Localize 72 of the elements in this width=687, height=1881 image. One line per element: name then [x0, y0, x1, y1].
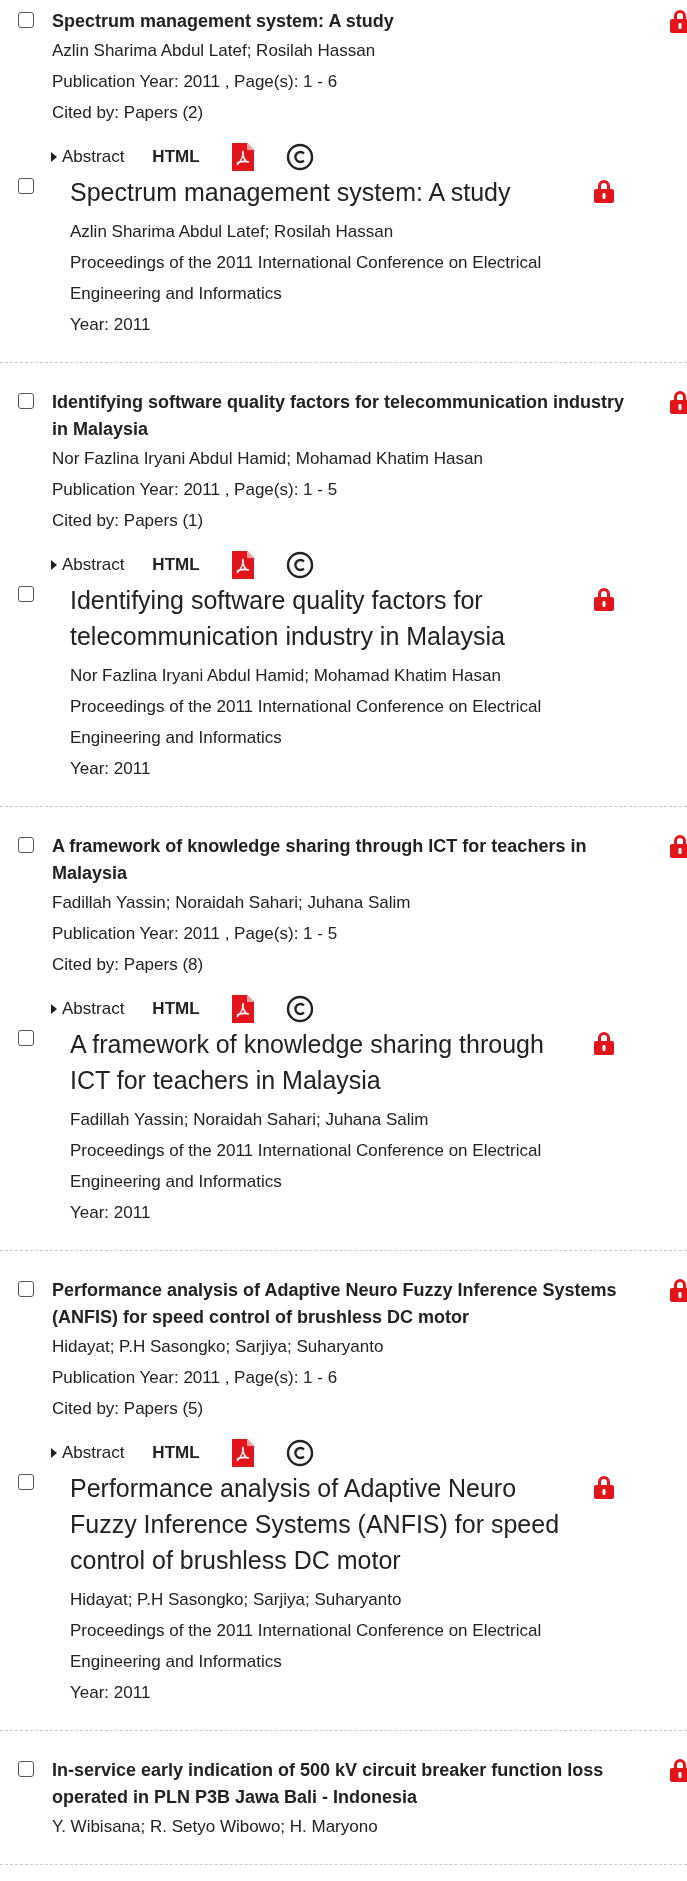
authors: Azlin Sharima Abdul Latef; Rosilah Hassan	[52, 40, 377, 62]
article-title[interactable]: Identifying software quality factors for telecommunication industry in Malaysia	[70, 582, 592, 654]
caret-icon	[50, 151, 58, 163]
abstract-toggle[interactable]: Abstract	[50, 1440, 125, 1466]
lock-icon	[592, 178, 616, 204]
article-title[interactable]: A framework of knowledge sharing through ICT for teachers in Malaysia	[70, 1026, 592, 1098]
pdf-icon[interactable]	[231, 1439, 254, 1467]
html-link[interactable]: HTML	[152, 996, 200, 1022]
publication-year: Year: 2011	[70, 1202, 152, 1224]
copyright-icon[interactable]	[285, 1439, 314, 1467]
conference-name: Proceedings of the 2011 International Conference on Electrical Engineering and Informatics	[70, 696, 543, 749]
abstract-toggle[interactable]: Abstract	[50, 144, 125, 170]
cited-by-link[interactable]: Cited by: Papers (8)	[52, 949, 668, 980]
lock-icon	[592, 1030, 616, 1056]
lock-icon	[668, 833, 687, 859]
html-link[interactable]: HTML	[152, 144, 200, 170]
checkbox[interactable]	[18, 1281, 34, 1297]
copyright-icon[interactable]	[285, 551, 314, 579]
article-title[interactable]: A framework of knowledge sharing through ICT for teachers in Malaysia	[52, 833, 630, 887]
checkbox[interactable]	[18, 1761, 34, 1777]
lock-icon	[668, 1757, 687, 1783]
authors: Fadillah Yassin; Noraidah Sahari; Juhana Salim	[52, 892, 412, 914]
conference-name: Proceedings of the 2011 International Conference on Electrical Engineering and Informatics	[70, 1620, 543, 1673]
article-title[interactable]: Spectrum management system: A study	[52, 8, 630, 35]
checkbox[interactable]	[18, 1474, 34, 1490]
caret-icon	[50, 1003, 58, 1015]
authors: Hidayat; P.H Sasongko; Sarjiya; Suharyanto	[52, 1336, 385, 1358]
checkbox[interactable]	[18, 586, 34, 602]
lock-icon	[668, 1277, 687, 1303]
authors: Azlin Sharima Abdul Latef; Rosilah Hassan	[70, 221, 395, 243]
lock-icon	[592, 1474, 616, 1500]
article-title[interactable]: Performance analysis of Adaptive Neuro Fuzzy Inference Systems (ANFIS) for speed control of brushless DC motor	[70, 1470, 592, 1578]
publication-info: Publication Year: 2011 , Page(s): 1 - 5	[52, 923, 339, 945]
article-title[interactable]: In-service early indication of 500 kV circuit breaker function loss operated in PLN P3B Jawa Bali - Indonesia	[52, 1757, 630, 1811]
html-link[interactable]: HTML	[152, 552, 200, 578]
authors: Y. Wibisana; R. Setyo Wibowo; H. Maryono	[52, 1816, 379, 1838]
publication-year: Year: 2011	[70, 758, 152, 780]
publication-year: Year: 2011	[70, 1682, 152, 1704]
authors: Nor Fazlina Iryani Abdul Hamid; Mohamad Khatim Hasan	[70, 665, 502, 687]
authors: Fadillah Yassin; Noraidah Sahari; Juhana Salim	[70, 1109, 430, 1131]
abstract-toggle[interactable]: Abstract	[50, 552, 125, 578]
checkbox[interactable]	[18, 393, 34, 409]
conference-name: Proceedings of the 2011 International Conference on Electrical Engineering and Informatics	[70, 1140, 543, 1193]
publication-info: Publication Year: 2011 , Page(s): 1 - 5	[52, 479, 339, 501]
html-link[interactable]: HTML	[152, 1440, 200, 1466]
lock-icon	[668, 8, 687, 34]
checkbox[interactable]	[18, 837, 34, 853]
conference-name: Proceedings of the 2011 International Conference on Electrical Engineering and Informatics	[70, 252, 543, 305]
authors: Hidayat; P.H Sasongko; Sarjiya; Suharyanto	[70, 1589, 403, 1611]
checkbox[interactable]	[18, 1030, 34, 1046]
pdf-icon[interactable]	[231, 995, 254, 1023]
article-title[interactable]: Performance analysis of Adaptive Neuro Fuzzy Inference Systems (ANFIS) for speed control of brushless DC motor	[52, 1277, 630, 1331]
copyright-icon[interactable]	[285, 143, 314, 171]
abstract-toggle[interactable]: Abstract	[50, 996, 125, 1022]
checkbox[interactable]	[18, 178, 34, 194]
pdf-icon[interactable]	[231, 551, 254, 579]
publication-info: Publication Year: 2011 , Page(s): 1 - 6	[52, 71, 339, 93]
article-title[interactable]: Spectrum management system: A study	[70, 174, 592, 210]
cited-by-link[interactable]: Cited by: Papers (5)	[52, 1393, 668, 1424]
lock-icon	[592, 586, 616, 612]
checkbox[interactable]	[18, 12, 34, 28]
publication-info: Publication Year: 2011 , Page(s): 1 - 6	[52, 1367, 339, 1389]
pdf-icon[interactable]	[231, 143, 254, 171]
lock-icon	[668, 389, 687, 415]
article-title[interactable]: Identifying software quality factors for telecommunication industry in Malaysia	[52, 389, 630, 443]
copyright-icon[interactable]	[285, 995, 314, 1023]
cited-by-link[interactable]: Cited by: Papers (1)	[52, 505, 668, 536]
publication-year: Year: 2011	[70, 314, 152, 336]
caret-icon	[50, 559, 58, 571]
caret-icon	[50, 1447, 58, 1459]
authors: Nor Fazlina Iryani Abdul Hamid; Mohamad Khatim Hasan	[52, 448, 484, 470]
cited-by-link[interactable]: Cited by: Papers (2)	[52, 97, 668, 128]
